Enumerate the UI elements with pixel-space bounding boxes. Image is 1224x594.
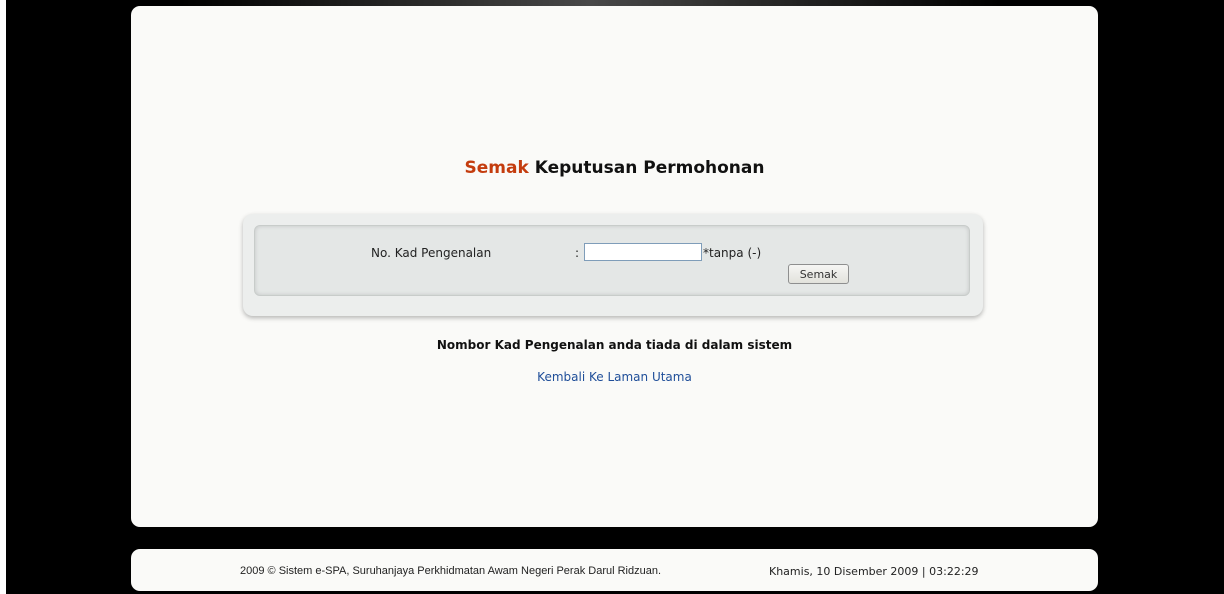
footer-datetime: Khamis, 10 Disember 2009 | 03:22:29 xyxy=(769,565,979,578)
ic-number-input[interactable] xyxy=(584,243,702,261)
ic-number-hint: *tanpa (-) xyxy=(703,246,762,260)
page-title: Semak Keputusan Permohonan xyxy=(131,158,1098,178)
not-found-message: Nombor Kad Pengenalan anda tiada di dala… xyxy=(436,338,793,352)
main-panel: Semak Keputusan Permohonan No. Kad Penge… xyxy=(131,6,1098,527)
ic-number-label: No. Kad Pengenalan xyxy=(371,246,492,260)
page-title-rest: Keputusan Permohonan xyxy=(528,158,765,178)
ic-search-form: No. Kad Pengenalan : *tanpa (-) Semak xyxy=(243,214,983,316)
ic-search-form-inner: No. Kad Pengenalan : *tanpa (-) Semak xyxy=(254,225,970,296)
ic-number-colon: : xyxy=(575,246,580,260)
semak-button[interactable]: Semak xyxy=(788,264,849,284)
page-title-accent: Semak xyxy=(464,158,529,178)
footer: 2009 © Sistem e-SPA, Suruhanjaya Perkhid… xyxy=(131,549,1098,591)
footer-copyright: 2009 © Sistem e-SPA, Suruhanjaya Perkhid… xyxy=(240,565,662,577)
back-link-container: Kembali Ke Laman Utama xyxy=(131,370,1098,384)
back-to-home-link[interactable]: Kembali Ke Laman Utama xyxy=(537,370,692,384)
